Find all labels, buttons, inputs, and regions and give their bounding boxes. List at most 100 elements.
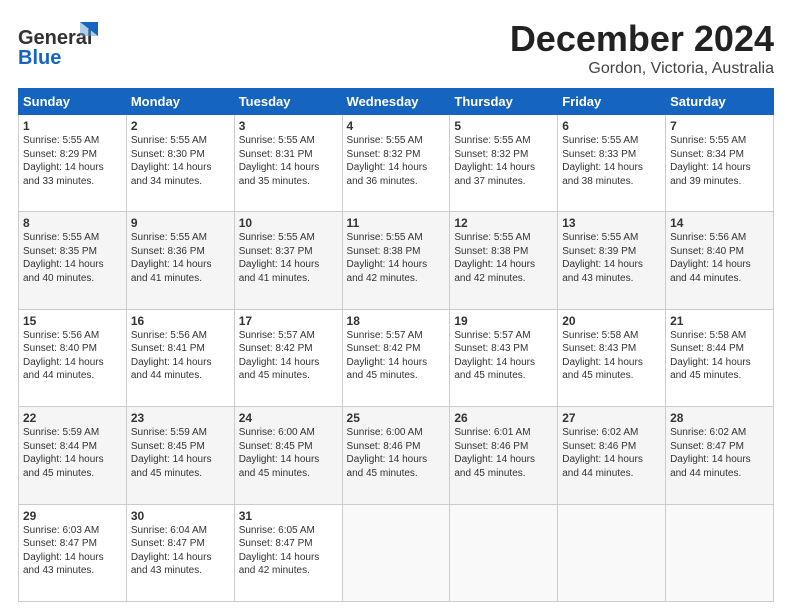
day-number: 12 [454, 216, 553, 230]
day-info: Sunrise: 5:55 AMSunset: 8:29 PMDaylight:… [23, 134, 122, 188]
day-number: 10 [239, 216, 338, 230]
day-info: Sunrise: 5:55 AMSunset: 8:36 PMDaylight:… [131, 231, 230, 285]
day-number: 9 [131, 216, 230, 230]
calendar-cell [558, 504, 666, 601]
calendar-cell: 10Sunrise: 5:55 AMSunset: 8:37 PMDayligh… [234, 212, 342, 309]
day-info: Sunrise: 6:02 AMSunset: 8:47 PMDaylight:… [670, 426, 769, 480]
col-thursday: Thursday [450, 89, 558, 115]
header: General Blue December 2024 Gordon, Victo… [18, 18, 774, 78]
calendar-cell: 8Sunrise: 5:55 AMSunset: 8:35 PMDaylight… [19, 212, 127, 309]
day-number: 17 [239, 314, 338, 328]
calendar-cell: 16Sunrise: 5:56 AMSunset: 8:41 PMDayligh… [126, 309, 234, 406]
calendar-cell: 18Sunrise: 5:57 AMSunset: 8:42 PMDayligh… [342, 309, 450, 406]
day-info: Sunrise: 5:57 AMSunset: 8:42 PMDaylight:… [239, 329, 338, 383]
calendar-cell: 6Sunrise: 5:55 AMSunset: 8:33 PMDaylight… [558, 115, 666, 212]
calendar-cell: 3Sunrise: 5:55 AMSunset: 8:31 PMDaylight… [234, 115, 342, 212]
day-number: 19 [454, 314, 553, 328]
day-info: Sunrise: 5:57 AMSunset: 8:43 PMDaylight:… [454, 329, 553, 383]
calendar-cell: 13Sunrise: 5:55 AMSunset: 8:39 PMDayligh… [558, 212, 666, 309]
calendar-cell: 24Sunrise: 6:00 AMSunset: 8:45 PMDayligh… [234, 407, 342, 504]
day-info: Sunrise: 5:55 AMSunset: 8:38 PMDaylight:… [347, 231, 446, 285]
calendar-cell: 12Sunrise: 5:55 AMSunset: 8:38 PMDayligh… [450, 212, 558, 309]
day-info: Sunrise: 5:55 AMSunset: 8:34 PMDaylight:… [670, 134, 769, 188]
col-monday: Monday [126, 89, 234, 115]
day-info: Sunrise: 5:55 AMSunset: 8:33 PMDaylight:… [562, 134, 661, 188]
calendar-cell: 9Sunrise: 5:55 AMSunset: 8:36 PMDaylight… [126, 212, 234, 309]
calendar-cell: 20Sunrise: 5:58 AMSunset: 8:43 PMDayligh… [558, 309, 666, 406]
calendar-week-row-2: 8Sunrise: 5:55 AMSunset: 8:35 PMDaylight… [19, 212, 774, 309]
day-number: 2 [131, 119, 230, 133]
day-number: 7 [670, 119, 769, 133]
day-number: 3 [239, 119, 338, 133]
day-info: Sunrise: 6:00 AMSunset: 8:46 PMDaylight:… [347, 426, 446, 480]
calendar-week-row-5: 29Sunrise: 6:03 AMSunset: 8:47 PMDayligh… [19, 504, 774, 601]
calendar-cell: 1Sunrise: 5:55 AMSunset: 8:29 PMDaylight… [19, 115, 127, 212]
day-info: Sunrise: 5:58 AMSunset: 8:43 PMDaylight:… [562, 329, 661, 383]
day-number: 6 [562, 119, 661, 133]
calendar-cell: 22Sunrise: 5:59 AMSunset: 8:44 PMDayligh… [19, 407, 127, 504]
calendar-week-row-1: 1Sunrise: 5:55 AMSunset: 8:29 PMDaylight… [19, 115, 774, 212]
calendar-table: Sunday Monday Tuesday Wednesday Thursday… [18, 88, 774, 602]
day-info: Sunrise: 5:59 AMSunset: 8:44 PMDaylight:… [23, 426, 122, 480]
logo: General Blue [18, 18, 108, 70]
day-number: 31 [239, 509, 338, 523]
day-number: 4 [347, 119, 446, 133]
calendar-cell: 5Sunrise: 5:55 AMSunset: 8:32 PMDaylight… [450, 115, 558, 212]
day-info: Sunrise: 6:01 AMSunset: 8:46 PMDaylight:… [454, 426, 553, 480]
day-number: 30 [131, 509, 230, 523]
location: Gordon, Victoria, Australia [510, 60, 774, 78]
calendar-week-row-4: 22Sunrise: 5:59 AMSunset: 8:44 PMDayligh… [19, 407, 774, 504]
day-number: 26 [454, 411, 553, 425]
day-number: 28 [670, 411, 769, 425]
col-tuesday: Tuesday [234, 89, 342, 115]
calendar-cell: 4Sunrise: 5:55 AMSunset: 8:32 PMDaylight… [342, 115, 450, 212]
calendar-cell: 30Sunrise: 6:04 AMSunset: 8:47 PMDayligh… [126, 504, 234, 601]
day-number: 15 [23, 314, 122, 328]
day-info: Sunrise: 5:56 AMSunset: 8:41 PMDaylight:… [131, 329, 230, 383]
day-info: Sunrise: 5:55 AMSunset: 8:32 PMDaylight:… [347, 134, 446, 188]
day-number: 1 [23, 119, 122, 133]
calendar-cell: 2Sunrise: 5:55 AMSunset: 8:30 PMDaylight… [126, 115, 234, 212]
day-info: Sunrise: 5:57 AMSunset: 8:42 PMDaylight:… [347, 329, 446, 383]
calendar-cell: 17Sunrise: 5:57 AMSunset: 8:42 PMDayligh… [234, 309, 342, 406]
day-info: Sunrise: 5:56 AMSunset: 8:40 PMDaylight:… [23, 329, 122, 383]
calendar-cell: 23Sunrise: 5:59 AMSunset: 8:45 PMDayligh… [126, 407, 234, 504]
calendar-cell: 25Sunrise: 6:00 AMSunset: 8:46 PMDayligh… [342, 407, 450, 504]
day-info: Sunrise: 5:59 AMSunset: 8:45 PMDaylight:… [131, 426, 230, 480]
day-info: Sunrise: 5:55 AMSunset: 8:39 PMDaylight:… [562, 231, 661, 285]
day-info: Sunrise: 5:55 AMSunset: 8:32 PMDaylight:… [454, 134, 553, 188]
day-number: 23 [131, 411, 230, 425]
day-info: Sunrise: 5:55 AMSunset: 8:38 PMDaylight:… [454, 231, 553, 285]
calendar-header-row: Sunday Monday Tuesday Wednesday Thursday… [19, 89, 774, 115]
col-wednesday: Wednesday [342, 89, 450, 115]
calendar-cell: 21Sunrise: 5:58 AMSunset: 8:44 PMDayligh… [666, 309, 774, 406]
calendar-cell: 26Sunrise: 6:01 AMSunset: 8:46 PMDayligh… [450, 407, 558, 504]
calendar-week-row-3: 15Sunrise: 5:56 AMSunset: 8:40 PMDayligh… [19, 309, 774, 406]
day-number: 16 [131, 314, 230, 328]
day-info: Sunrise: 5:55 AMSunset: 8:30 PMDaylight:… [131, 134, 230, 188]
calendar-cell: 31Sunrise: 6:05 AMSunset: 8:47 PMDayligh… [234, 504, 342, 601]
svg-text:Blue: Blue [18, 47, 61, 69]
calendar-cell: 28Sunrise: 6:02 AMSunset: 8:47 PMDayligh… [666, 407, 774, 504]
calendar-cell: 11Sunrise: 5:55 AMSunset: 8:38 PMDayligh… [342, 212, 450, 309]
col-saturday: Saturday [666, 89, 774, 115]
day-number: 22 [23, 411, 122, 425]
day-number: 5 [454, 119, 553, 133]
calendar-cell: 27Sunrise: 6:02 AMSunset: 8:46 PMDayligh… [558, 407, 666, 504]
calendar-cell: 19Sunrise: 5:57 AMSunset: 8:43 PMDayligh… [450, 309, 558, 406]
day-number: 27 [562, 411, 661, 425]
day-number: 25 [347, 411, 446, 425]
day-info: Sunrise: 6:04 AMSunset: 8:47 PMDaylight:… [131, 524, 230, 578]
month-title: December 2024 [510, 18, 774, 60]
day-number: 8 [23, 216, 122, 230]
page: General Blue December 2024 Gordon, Victo… [0, 0, 792, 612]
day-number: 21 [670, 314, 769, 328]
col-friday: Friday [558, 89, 666, 115]
logo-svg: General Blue [18, 18, 108, 70]
day-number: 18 [347, 314, 446, 328]
day-number: 11 [347, 216, 446, 230]
day-number: 24 [239, 411, 338, 425]
day-info: Sunrise: 5:55 AMSunset: 8:35 PMDaylight:… [23, 231, 122, 285]
day-info: Sunrise: 6:00 AMSunset: 8:45 PMDaylight:… [239, 426, 338, 480]
day-info: Sunrise: 5:55 AMSunset: 8:37 PMDaylight:… [239, 231, 338, 285]
